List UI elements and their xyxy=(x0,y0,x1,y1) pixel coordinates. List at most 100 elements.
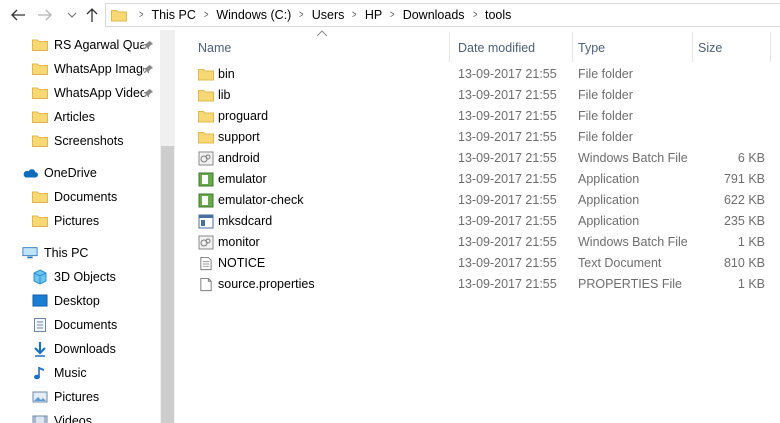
sidebar-item-desktop[interactable]: Desktop xyxy=(32,290,175,312)
sidebar-item-pictures[interactable]: Pictures xyxy=(32,386,175,408)
sidebar-item-label: Downloads xyxy=(54,342,116,356)
batch-file-icon xyxy=(198,151,214,166)
breadcrumb-item[interactable]: This PC xyxy=(151,8,195,22)
sidebar-item-quick-access[interactable]: Screenshots xyxy=(32,130,175,152)
column-header-type[interactable]: Type xyxy=(578,37,605,59)
file-date: 13-09-2017 21:55 xyxy=(458,109,557,123)
folder-icon xyxy=(198,90,214,102)
file-size: 1 KB xyxy=(737,277,765,291)
sidebar-item-onedrive[interactable]: OneDrive xyxy=(22,162,175,184)
pin-icon xyxy=(144,89,153,97)
address-bar[interactable]: > This PC > Windows (C:) > Users > HP > … xyxy=(105,3,780,27)
column-divider[interactable] xyxy=(449,32,450,62)
table-row[interactable]: NOTICE 13-09-2017 21:55 Text Document 81… xyxy=(176,253,780,274)
pin-icon xyxy=(144,65,153,73)
computer-icon xyxy=(22,247,38,259)
sidebar-scrollbar-thumb[interactable] xyxy=(161,146,174,423)
sidebar-item-label: Documents xyxy=(54,190,118,204)
breadcrumb-item[interactable]: tools xyxy=(485,8,511,22)
sidebar-item-label: Documents xyxy=(54,318,118,332)
table-row[interactable]: mksdcard 13-09-2017 21:55 Application 23… xyxy=(176,211,780,232)
file-name: proguard xyxy=(218,109,269,123)
breadcrumb-separator: > xyxy=(138,9,144,21)
navigation-pane: RS Agarwal Quan WhatsApp Image WhatsApp … xyxy=(0,30,175,423)
file-name: monitor xyxy=(218,235,260,249)
breadcrumb-separator: > xyxy=(299,9,304,21)
sidebar-item-label: Pictures xyxy=(54,214,100,228)
chevron-down-icon xyxy=(67,12,77,18)
file-size xyxy=(696,64,765,85)
file-type: Text Document xyxy=(578,256,662,270)
application-icon xyxy=(198,193,214,208)
file-list: Name Date modified Type Size bin 13-09-2… xyxy=(176,30,780,423)
file-name: NOTICE xyxy=(218,256,266,270)
column-header-name[interactable]: Name xyxy=(198,37,231,59)
document-icon xyxy=(34,318,46,332)
folder-icon xyxy=(111,9,127,21)
back-button[interactable] xyxy=(8,5,28,25)
sidebar-item-music[interactable]: Music xyxy=(32,362,175,384)
sidebar-item-documents[interactable]: Documents xyxy=(32,314,175,336)
file-size xyxy=(696,106,765,127)
file-date: 13-09-2017 21:55 xyxy=(458,88,557,102)
table-row[interactable]: source.properties 13-09-2017 21:55 PROPE… xyxy=(176,274,780,295)
sidebar-item-label: This PC xyxy=(44,246,89,260)
column-divider[interactable] xyxy=(572,32,573,62)
sidebar-item-onedrive-documents[interactable]: Documents xyxy=(32,186,175,208)
table-row[interactable]: lib 13-09-2017 21:55 File folder xyxy=(176,85,780,106)
file-name: mksdcard xyxy=(218,214,273,228)
sidebar-item-downloads[interactable]: Downloads xyxy=(32,338,175,360)
sidebar-item-label: Articles xyxy=(54,110,95,124)
breadcrumb-separator: > xyxy=(390,9,395,21)
table-row[interactable]: android 13-09-2017 21:55 Windows Batch F… xyxy=(176,148,780,169)
sidebar-item-label: WhatsApp Video xyxy=(54,86,144,100)
up-button[interactable] xyxy=(82,5,102,25)
sidebar-item-this-pc[interactable]: This PC xyxy=(22,242,175,264)
file-date: 13-09-2017 21:55 xyxy=(458,130,557,144)
breadcrumb-item[interactable]: Users xyxy=(312,8,345,22)
file-type: Windows Batch File xyxy=(578,151,688,165)
file-type: Application xyxy=(578,193,640,207)
file-date: 13-09-2017 21:55 xyxy=(458,214,557,228)
sidebar-item-label: OneDrive xyxy=(44,166,97,180)
file-date: 13-09-2017 21:55 xyxy=(458,67,557,81)
picture-icon xyxy=(32,391,48,403)
file-date: 13-09-2017 21:55 xyxy=(458,277,557,291)
table-row[interactable]: emulator 13-09-2017 21:55 Application 79… xyxy=(176,169,780,190)
table-row[interactable]: bin 13-09-2017 21:55 File folder xyxy=(176,64,780,85)
file-type: File folder xyxy=(578,130,633,144)
forward-arrow-icon xyxy=(38,9,52,21)
file-size: 1 KB xyxy=(737,235,765,249)
folder-icon xyxy=(32,87,48,99)
text-file-icon xyxy=(200,256,212,271)
sidebar-item-label: 3D Objects xyxy=(54,270,116,284)
column-divider[interactable] xyxy=(692,32,693,62)
breadcrumb-item[interactable]: HP xyxy=(365,8,382,22)
file-size xyxy=(696,127,765,148)
file-type: Application xyxy=(578,214,640,228)
file-type: Application xyxy=(578,172,640,186)
forward-button[interactable] xyxy=(35,5,55,25)
table-row[interactable]: emulator-check 13-09-2017 21:55 Applicat… xyxy=(176,190,780,211)
sidebar-item-quick-access[interactable]: Articles xyxy=(32,106,175,128)
file-date: 13-09-2017 21:55 xyxy=(458,172,557,186)
sidebar-item-3d-objects[interactable]: 3D Objects xyxy=(32,266,175,288)
breadcrumb-separator: > xyxy=(203,9,209,21)
column-divider[interactable] xyxy=(770,32,771,62)
table-row[interactable]: support 13-09-2017 21:55 File folder xyxy=(176,127,780,148)
cloud-icon xyxy=(23,169,38,178)
sidebar-item-label: Videos xyxy=(54,414,92,423)
recent-locations-button[interactable] xyxy=(62,5,82,25)
folder-icon xyxy=(32,215,48,227)
breadcrumb-item[interactable]: Windows (C:) xyxy=(216,8,291,22)
file-name: emulator xyxy=(218,172,267,186)
column-header-date-modified[interactable]: Date modified xyxy=(458,37,535,59)
table-row[interactable]: monitor 13-09-2017 21:55 Windows Batch F… xyxy=(176,232,780,253)
video-icon xyxy=(32,415,48,423)
breadcrumb-item[interactable]: Downloads xyxy=(403,8,465,22)
column-header-size[interactable]: Size xyxy=(698,37,722,59)
sidebar-item-onedrive-pictures[interactable]: Pictures xyxy=(32,210,175,232)
sidebar-item-label: RS Agarwal Quan xyxy=(54,38,144,52)
table-row[interactable]: proguard 13-09-2017 21:55 File folder xyxy=(176,106,780,127)
sidebar-item-videos[interactable]: Videos xyxy=(32,410,175,423)
